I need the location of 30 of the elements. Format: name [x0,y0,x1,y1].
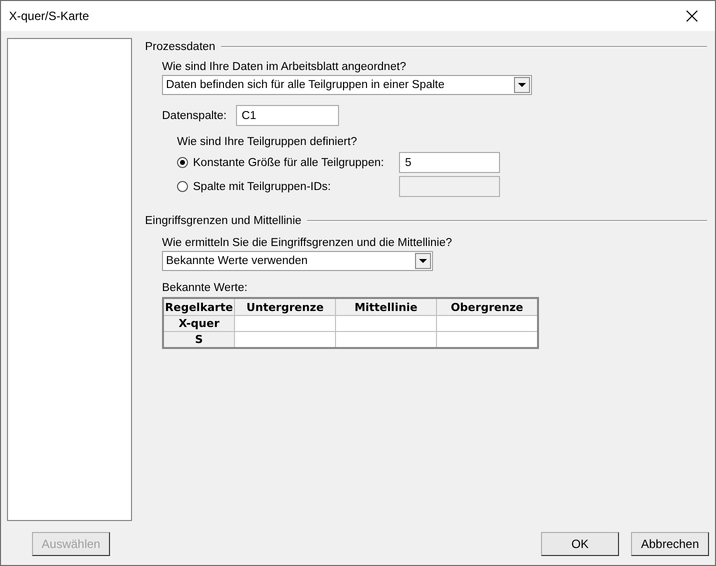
question-label: Wie sind Ihre Daten im Arbeitsblatt angeordnet? [162,61,408,73]
row-header: X-quer [163,316,234,332]
subgroup-field[interactable]: 5 [399,152,500,173]
variable-list[interactable] [7,38,132,521]
table-cell[interactable] [336,316,436,332]
dialog-button[interactable]: OK [541,532,619,556]
data-column-field[interactable]: C1 [236,105,339,126]
radio-option[interactable]: Konstante Größe für alle Teilgruppen: [177,156,399,168]
method-dropdown[interactable]: Bekannte Werte verwenden [162,251,433,271]
group-title: Eingriffsgrenzen und Mittellinie [145,215,302,227]
table-cell[interactable] [436,332,538,348]
dialog-button[interactable]: Abbrechen [631,532,709,556]
table-cell[interactable] [234,316,336,332]
field-label: Datenspalte: [162,110,227,122]
table-cell[interactable] [436,316,538,332]
arrangement-dropdown[interactable]: Daten befinden sich für alle Teilgruppen in einer Spalte [162,75,532,95]
column-header: Obergrenze [436,298,538,316]
table-cell[interactable] [234,332,336,348]
question-label: Wie ermitteln Sie die Eingriffsgrenzen und die Mittellinie? [162,237,453,249]
close-button[interactable]: × [669,1,715,31]
row-header: S [163,332,234,348]
radio-button[interactable] [177,157,188,168]
column-header: Regelkarte [163,298,234,316]
table-cell[interactable] [336,332,436,348]
group-title: Prozessdaten [145,41,216,53]
table-label: Bekannte Werte: [162,282,248,294]
window-title: X-quer/S-Karte [9,9,90,23]
column-header: Untergrenze [234,298,336,316]
column-header: Mittellinie [336,298,436,316]
question-label: Wie sind Ihre Teilgruppen definiert? [177,136,358,148]
